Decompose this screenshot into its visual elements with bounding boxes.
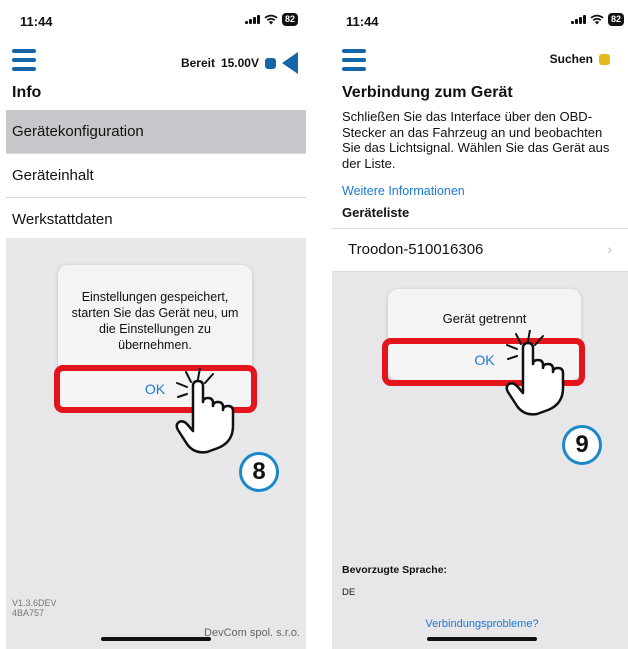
blue-triangle-icon[interactable]	[282, 52, 298, 74]
language-label: Bevorzugte Sprache:	[342, 564, 448, 576]
step-number-badge: 9	[562, 425, 602, 465]
left-phone-screen: 11:44 82 Bereit 15.00V Info Gerätekonfig…	[6, 0, 306, 649]
device-list-heading: Geräteliste	[342, 205, 410, 220]
menu-item-werkstattdaten[interactable]: Werkstattdaten	[6, 198, 306, 242]
nav-bar: Suchen	[332, 40, 628, 80]
more-info-link[interactable]: Weitere Informationen	[342, 184, 465, 198]
version-line-2: 4BA757	[12, 608, 45, 618]
hamburger-menu-icon[interactable]	[342, 49, 366, 71]
status-text: Bereit	[180, 56, 215, 70]
right-phone-screen: 11:44 82 Suchen Verbindung zum Gerät Sch…	[332, 0, 628, 649]
alert-message: Gerät getrennt	[442, 311, 527, 326]
status-square-icon	[599, 53, 610, 65]
connection-problems-link[interactable]: Verbindungsprobleme?	[332, 618, 628, 630]
menu-item-geraetekonfiguration[interactable]: Gerätekonfiguration	[6, 110, 306, 154]
signal-bars-icon	[244, 14, 260, 24]
chevron-right-icon: ›	[607, 241, 612, 257]
nav-bar: Bereit 15.00V	[6, 40, 306, 80]
status-icons: 82	[244, 12, 298, 26]
company-name: DevCom spol. s.r.o.	[204, 627, 300, 639]
version-info: V1.3.6DEV 4BA757	[12, 598, 57, 618]
battery-icon: 82	[281, 12, 298, 26]
voltage-readout: 15.00V	[220, 56, 259, 70]
signal-bars-icon	[570, 14, 586, 24]
status-time: 11:44	[20, 14, 53, 29]
tapping-hand-icon	[505, 330, 565, 416]
status-square-icon	[265, 57, 276, 69]
status-bar: 11:44 82	[6, 0, 306, 40]
battery-icon: 82	[607, 12, 624, 26]
step-number-badge: 8	[239, 452, 279, 492]
language-value[interactable]: DE	[342, 587, 355, 598]
version-line-1: V1.3.6DEV	[12, 598, 57, 608]
connection-instructions: Schließen Sie das Interface über den OBD…	[342, 109, 610, 171]
tapping-hand-icon	[175, 368, 235, 454]
connection-status: Bereit 15.00V	[181, 52, 298, 74]
home-indicator	[101, 637, 211, 641]
device-list-item[interactable]: Troodon-510016306 ›	[332, 228, 628, 272]
status-time: 11:44	[346, 14, 379, 29]
status-text: Suchen	[549, 52, 593, 66]
connection-status: Suchen	[550, 52, 610, 66]
status-icons: 82	[570, 12, 624, 26]
page-title: Verbindung zum Gerät	[342, 84, 513, 101]
page-title: Info	[12, 84, 42, 101]
home-indicator	[427, 637, 537, 641]
status-bar: 11:44 82	[332, 0, 628, 40]
hamburger-menu-icon[interactable]	[12, 49, 36, 71]
info-menu: Gerätekonfiguration Geräteinhalt Werksta…	[6, 110, 306, 242]
device-name: Troodon-510016306	[348, 241, 484, 258]
alert-message: Einstellungen gespeichert, starten Sie d…	[71, 290, 239, 352]
wifi-icon	[590, 14, 604, 24]
menu-item-geraeteinhalt[interactable]: Geräteinhalt	[6, 154, 306, 198]
wifi-icon	[264, 14, 278, 24]
